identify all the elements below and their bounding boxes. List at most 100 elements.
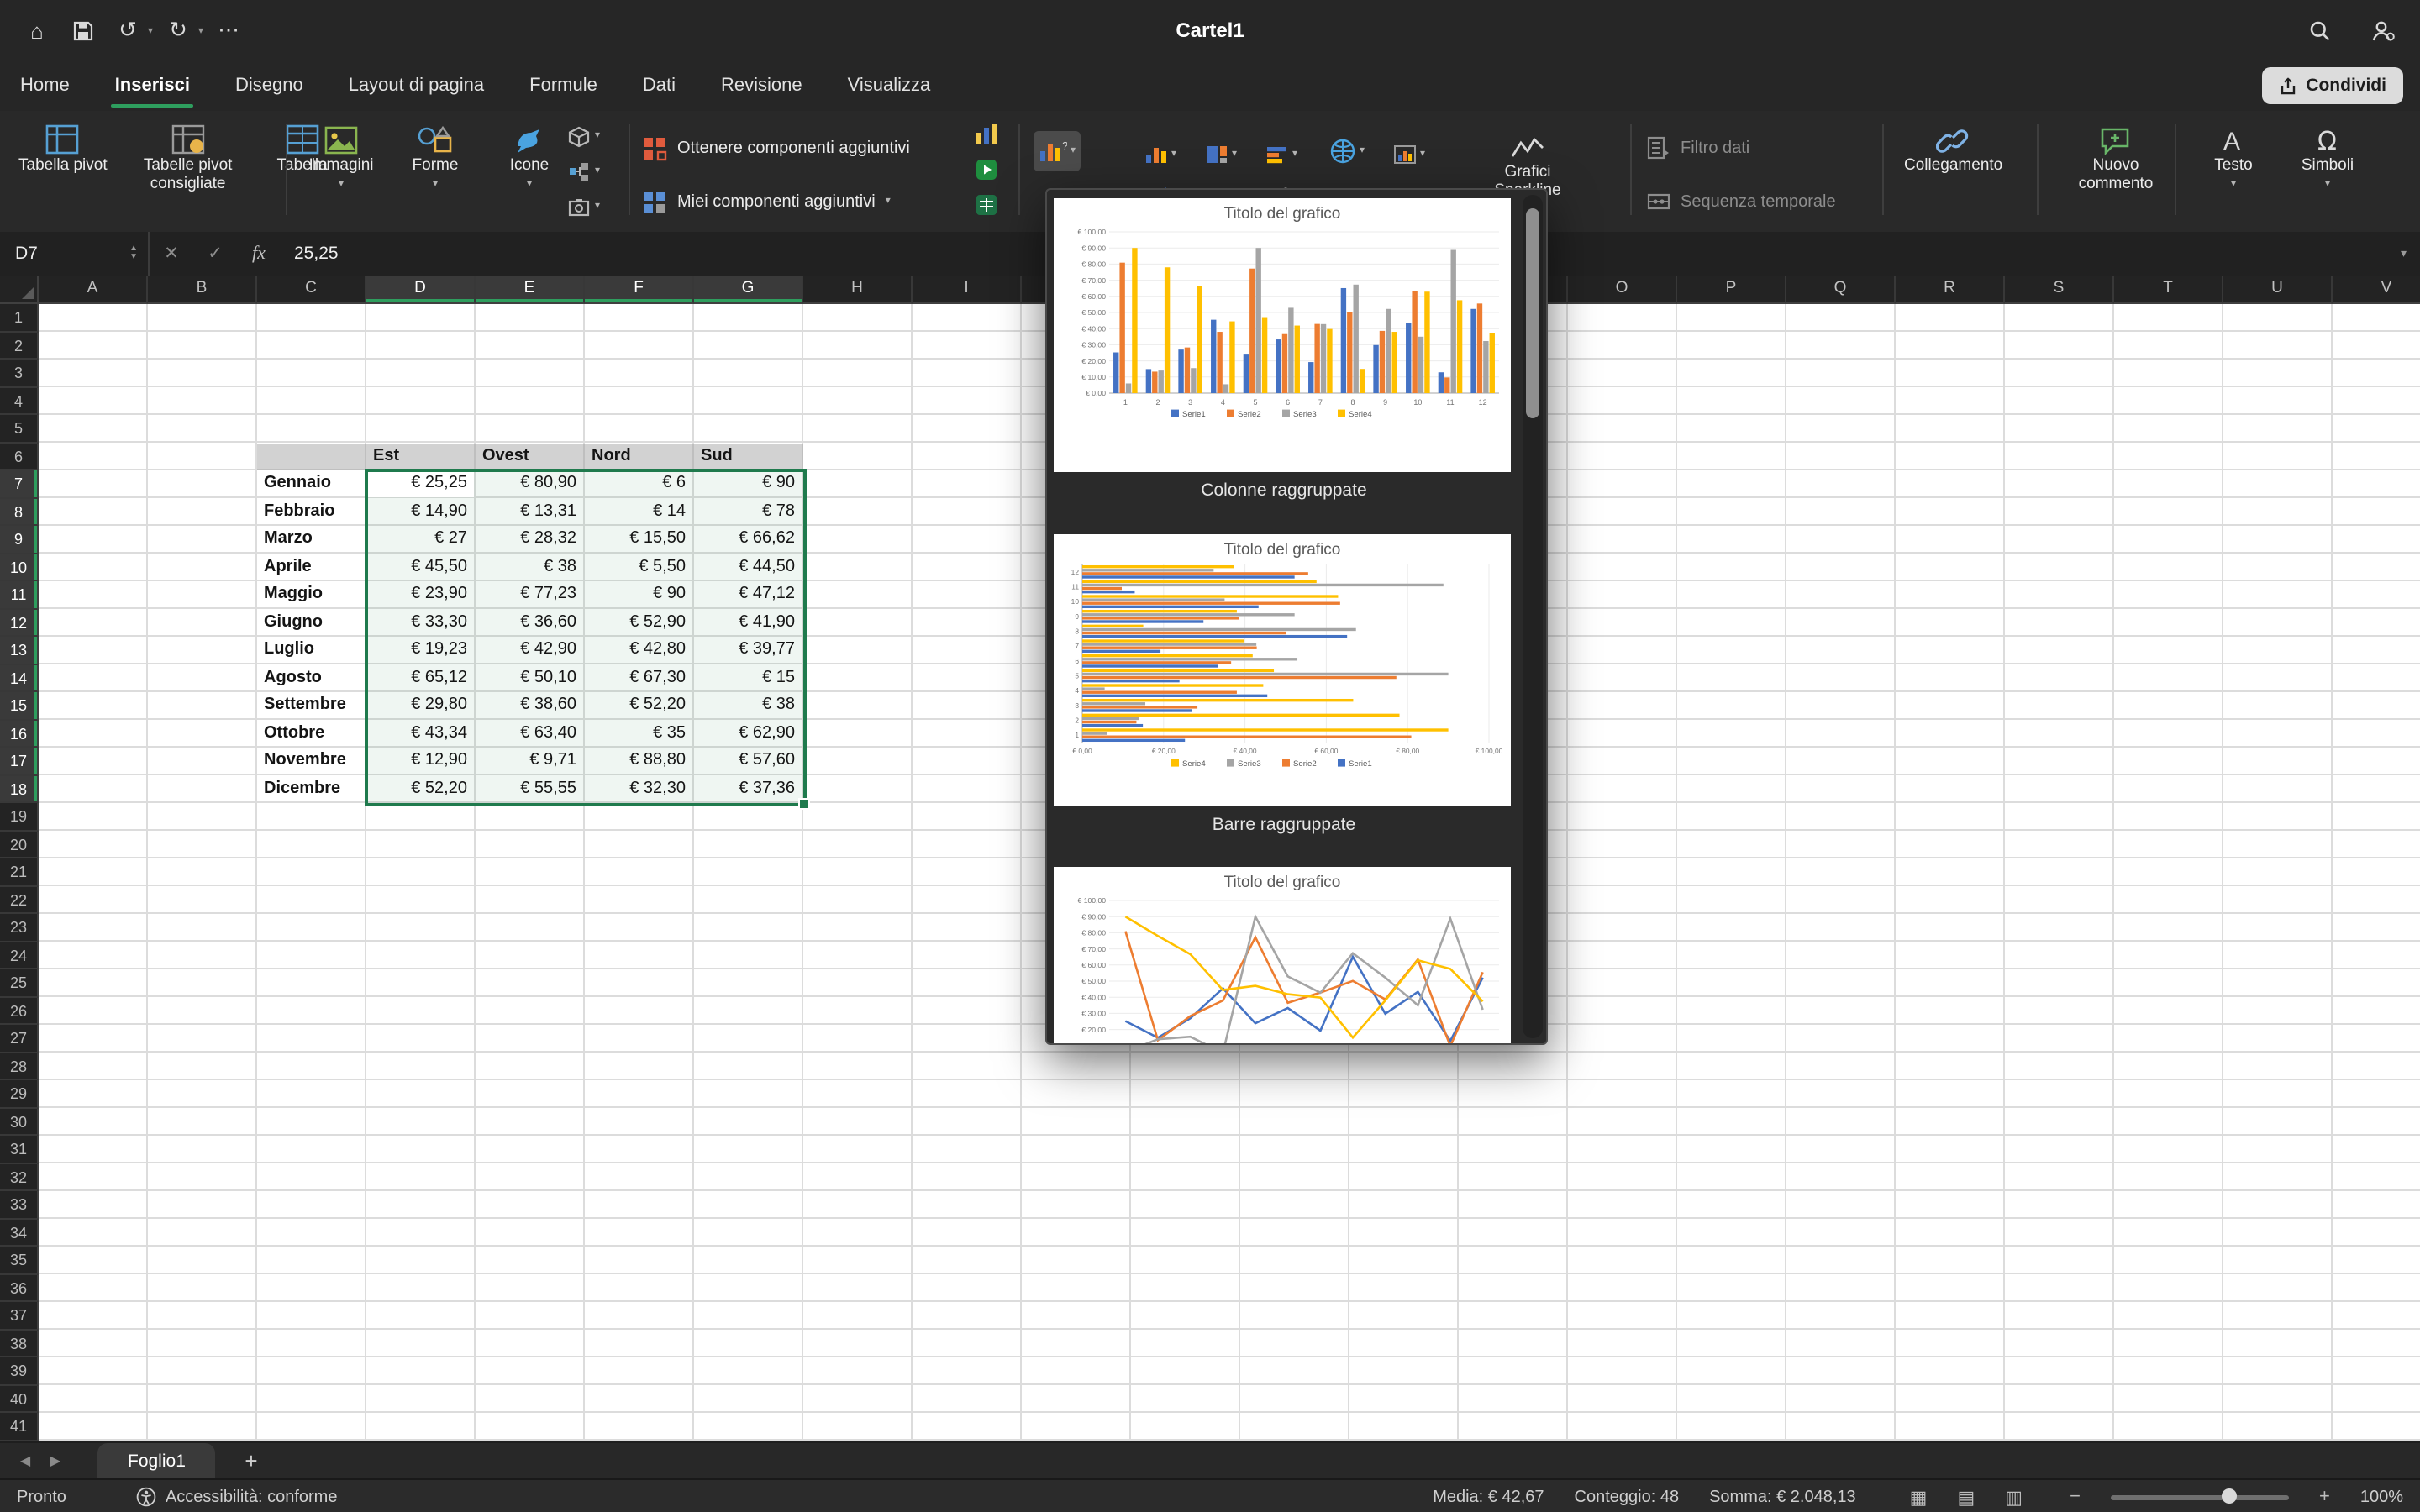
addin-visio-icon[interactable] (971, 119, 1002, 150)
row-header-19[interactable]: 19 (0, 803, 39, 831)
insert-function-icon[interactable]: fx (237, 244, 281, 264)
addin-play-icon[interactable] (971, 155, 1002, 185)
column-header-F[interactable]: F (585, 276, 694, 304)
column-header-G[interactable]: G (694, 276, 803, 304)
normal-view-icon[interactable]: ▦ (1910, 1486, 1928, 1508)
status-sum[interactable]: Somma: € 2.048,13 (1709, 1488, 1856, 1506)
row-header-36[interactable]: 36 (0, 1274, 39, 1302)
search-icon[interactable] (2299, 12, 2339, 49)
shapes-button[interactable]: Forme ▾ (393, 114, 477, 196)
zoom-slider-thumb[interactable] (2221, 1488, 2236, 1504)
column-header-C[interactable]: C (257, 276, 366, 304)
row-header-38[interactable]: 38 (0, 1330, 39, 1357)
row-header-13[interactable]: 13 (0, 637, 39, 664)
column-header-D[interactable]: D (366, 276, 476, 304)
row-header-3[interactable]: 3 (0, 360, 39, 387)
my-addins-button[interactable]: Miei componenti aggiuntivi ▾ (642, 181, 891, 222)
zoom-in-icon[interactable]: + (2319, 1487, 2330, 1507)
row-header-15[interactable]: 15 (0, 692, 39, 720)
row-header-21[interactable]: 21 (0, 858, 39, 886)
row-header-32[interactable]: 32 (0, 1163, 39, 1191)
zoom-out-icon[interactable]: − (2070, 1487, 2081, 1507)
row-header-25[interactable]: 25 (0, 969, 39, 997)
home-icon[interactable]: ⌂ (17, 12, 57, 49)
link-button[interactable]: Collegamento (1896, 114, 2011, 182)
ribbon-tab-inserisci[interactable]: Inserisci (115, 60, 190, 111)
dropdown-scrollbar[interactable] (1523, 195, 1543, 1038)
row-header-5[interactable]: 5 (0, 415, 39, 443)
column-header-B[interactable]: B (148, 276, 257, 304)
ribbon-tab-dati[interactable]: Dati (643, 60, 676, 111)
ribbon-tab-layout-di-pagina[interactable]: Layout di pagina (349, 60, 484, 111)
row-header-17[interactable]: 17 (0, 748, 39, 775)
row-header-41[interactable]: 41 (0, 1413, 39, 1441)
row-header-9[interactable]: 9 (0, 526, 39, 554)
column-header-T[interactable]: T (2114, 276, 2223, 304)
pictures-button[interactable]: Immagini ▾ (299, 114, 383, 196)
row-header-35[interactable]: 35 (0, 1247, 39, 1274)
3d-models-button[interactable]: ▾ (565, 121, 603, 151)
sheet-nav-next-icon[interactable]: ▶ (40, 1454, 71, 1469)
name-box-stepper[interactable]: ▲▼ (129, 244, 138, 263)
ribbon-tab-formule[interactable]: Formule (529, 60, 597, 111)
addin-table-icon[interactable] (971, 190, 1002, 220)
ribbon-tab-home[interactable]: Home (20, 60, 70, 111)
column-header-Q[interactable]: Q (1786, 276, 1896, 304)
slicer-button[interactable]: Filtro dati (1647, 128, 1749, 168)
accessibility-status[interactable]: Accessibilità: conforme (137, 1487, 338, 1507)
save-icon[interactable] (62, 12, 103, 49)
account-icon[interactable] (2363, 12, 2403, 49)
row-header-22[interactable]: 22 (0, 886, 39, 914)
row-header-7[interactable]: 7 (0, 470, 39, 498)
row-header-37[interactable]: 37 (0, 1302, 39, 1330)
dropdown-scrollbar-thumb[interactable] (1526, 208, 1539, 418)
row-header-30[interactable]: 30 (0, 1108, 39, 1136)
row-header-20[interactable]: 20 (0, 831, 39, 858)
fill-handle[interactable] (797, 797, 809, 809)
column-header-U[interactable]: U (2223, 276, 2333, 304)
timeline-button[interactable]: Sequenza temporale (1647, 181, 1836, 222)
row-header-11[interactable]: 11 (0, 581, 39, 609)
column-header-I[interactable]: I (913, 276, 1022, 304)
add-sheet-button[interactable]: + (236, 1449, 266, 1474)
insert-column-chart-button[interactable]: ▾ (1139, 134, 1181, 175)
row-header-6[interactable]: 6 (0, 443, 39, 470)
ribbon-tab-revisione[interactable]: Revisione (721, 60, 802, 111)
screenshot-button[interactable]: ▾ (565, 192, 603, 222)
chart-preview-line[interactable]: Titolo del grafico€ 0,00€ 10,00€ 20,00€ … (1054, 867, 1511, 1045)
row-header-27[interactable]: 27 (0, 1025, 39, 1053)
chart-preview-clustered-bar[interactable]: Titolo del grafico€ 0,00€ 20,00€ 40,00€ … (1054, 534, 1511, 806)
symbols-button[interactable]: Ω Simboli ▾ (2286, 114, 2370, 196)
formula-bar-expand-icon[interactable]: ▾ (2401, 247, 2407, 260)
recommended-charts-button[interactable]: ? ▾ (1034, 131, 1081, 171)
row-header-12[interactable]: 12 (0, 609, 39, 637)
column-header-A[interactable]: A (39, 276, 148, 304)
icons-button[interactable]: Icone ▾ (487, 114, 571, 196)
row-header-34[interactable]: 34 (0, 1219, 39, 1247)
row-header-33[interactable]: 33 (0, 1191, 39, 1219)
column-header-E[interactable]: E (476, 276, 585, 304)
status-count[interactable]: Conteggio: 48 (1575, 1488, 1680, 1506)
row-header-8[interactable]: 8 (0, 498, 39, 526)
ribbon-tab-disegno[interactable]: Disegno (235, 60, 303, 111)
row-header-31[interactable]: 31 (0, 1136, 39, 1163)
row-header-29[interactable]: 29 (0, 1080, 39, 1108)
insert-bar-chart-button[interactable]: ▾ (1260, 134, 1302, 175)
smartart-button[interactable]: ▾ (565, 156, 603, 186)
confirm-entry-icon[interactable]: ✓ (193, 244, 237, 264)
page-break-view-icon[interactable]: ▥ (2005, 1486, 2023, 1508)
column-header-P[interactable]: P (1677, 276, 1786, 304)
insert-hierarchy-chart-button[interactable]: ▾ (1200, 134, 1242, 175)
recommended-pivot-tables-button[interactable]: Tabelle pivot consigliate (126, 114, 250, 201)
row-header-1[interactable]: 1 (0, 304, 39, 332)
ribbon-tab-visualizza[interactable]: Visualizza (848, 60, 931, 111)
row-header-16[interactable]: 16 (0, 720, 39, 748)
redo-chevron-icon[interactable]: ▾ (198, 24, 203, 36)
pivot-table-button[interactable]: Tabella pivot (10, 114, 116, 182)
undo-chevron-icon[interactable]: ▾ (148, 24, 153, 36)
status-average[interactable]: Media: € 42,67 (1433, 1488, 1544, 1506)
column-header-S[interactable]: S (2005, 276, 2114, 304)
row-header-18[interactable]: 18 (0, 775, 39, 803)
row-header-26[interactable]: 26 (0, 997, 39, 1025)
text-button[interactable]: A Testo ▾ (2191, 114, 2275, 196)
